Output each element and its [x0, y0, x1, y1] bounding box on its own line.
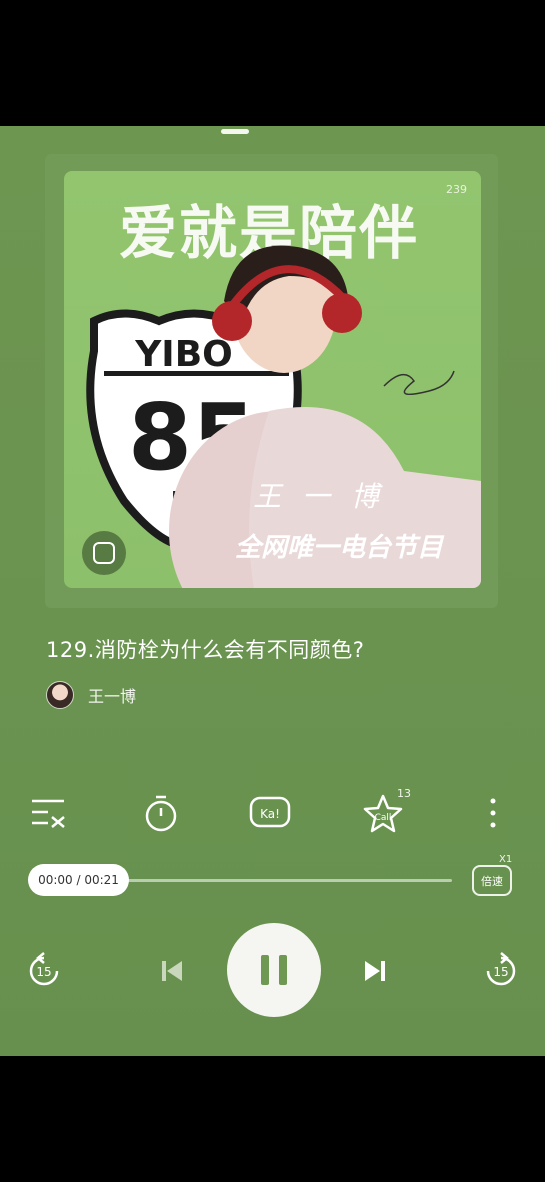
drag-handle[interactable]: [221, 129, 249, 134]
pause-icon: [261, 955, 287, 985]
more-button[interactable]: [471, 791, 515, 835]
cover-slogan: 全网唯一电台节目: [235, 533, 445, 563]
album-cover[interactable]: 爱就是陪伴 YIBO 85 FM 王 一 博 全网唯一电台节目 239: [64, 171, 481, 588]
rewind-15-button[interactable]: 15: [24, 951, 64, 991]
author-row[interactable]: 王一博: [46, 681, 136, 709]
episode-title: 129.消防栓为什么会有不同颜色?: [46, 638, 365, 662]
player-screen: 爱就是陪伴 YIBO 85 FM 王 一 博 全网唯一电台节目 239: [0, 126, 545, 1056]
speed-button[interactable]: 倍速: [472, 865, 512, 896]
playlist-icon: [32, 799, 65, 828]
previous-icon: [162, 961, 182, 981]
call-button[interactable]: Call 13: [361, 787, 411, 835]
next-icon: [365, 961, 385, 981]
ka-label: Ka!: [260, 807, 280, 821]
next-button[interactable]: [358, 953, 394, 989]
ka-icon: Ka!: [249, 796, 291, 828]
sleep-timer-button[interactable]: [139, 791, 183, 835]
rewind-icon: 15: [29, 952, 59, 986]
forward-15-button[interactable]: 15: [481, 951, 521, 991]
forward-label: 15: [493, 965, 508, 979]
call-count-badge: 13: [397, 787, 411, 800]
progress-bar[interactable]: 00:00 / 00:21 X1 倍速: [28, 854, 518, 901]
playlist-button[interactable]: [26, 791, 70, 835]
author-avatar[interactable]: [46, 681, 74, 709]
toolbar: Ka! Call 13: [0, 787, 545, 841]
speed-value: X1: [499, 854, 513, 865]
call-label: Call: [375, 813, 392, 823]
time-readout: 00:00 / 00:21: [38, 873, 119, 887]
pause-button[interactable]: [227, 923, 321, 1017]
speed-label: 倍速: [481, 874, 503, 888]
playback-controls: 15 15: [0, 923, 545, 1023]
timer-icon: [145, 795, 177, 832]
signature: [383, 370, 455, 396]
rewind-label: 15: [36, 965, 51, 979]
sign-top: YIBO: [134, 334, 233, 375]
cover-art: 爱就是陪伴 YIBO 85 FM 王 一 博 全网唯一电台节目: [82, 199, 481, 588]
play-count: 239: [446, 183, 467, 196]
progress-track[interactable]: [108, 879, 452, 882]
forward-icon: 15: [486, 952, 516, 986]
headphones: [212, 301, 252, 341]
cover-host-name: 王 一 博: [253, 480, 385, 513]
previous-button[interactable]: [153, 953, 189, 989]
ka-button[interactable]: Ka!: [248, 791, 292, 835]
progress-thumb[interactable]: 00:00 / 00:21: [28, 864, 129, 896]
more-icon: [490, 798, 496, 828]
author-name[interactable]: 王一博: [88, 683, 136, 707]
